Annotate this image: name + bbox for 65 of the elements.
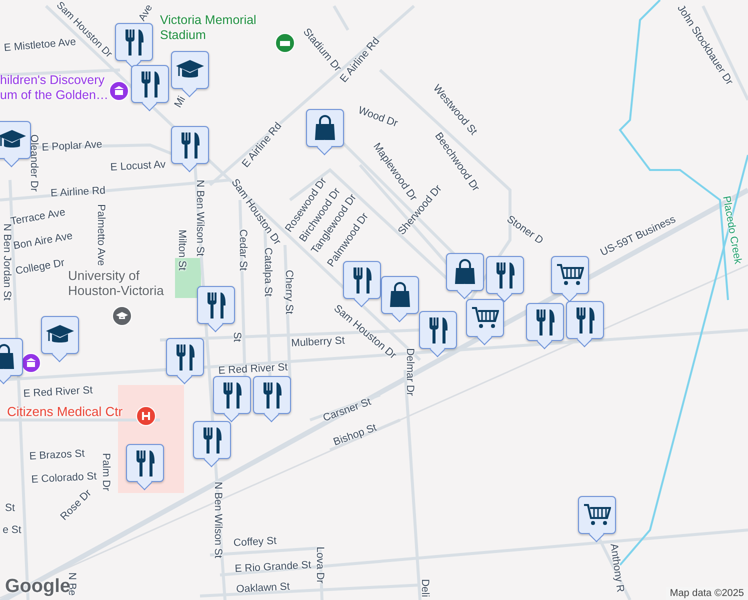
place-label[interactable]: hildren's Discovery um of the Golden…: [0, 73, 108, 103]
fork-knife-icon: [202, 426, 222, 454]
shopping-cart-icon: [583, 503, 611, 527]
street-label: E Colorado St: [31, 470, 97, 486]
museum-icon[interactable]: [21, 353, 41, 373]
street-label: Bishop St: [332, 422, 378, 448]
street-label: Deli: [419, 578, 431, 598]
fork-knife-icon: [136, 450, 154, 476]
street-label: Bon Aire Ave: [12, 230, 74, 252]
creek-label: Placedo Creek: [720, 195, 744, 265]
street-label: E Poplar Ave: [41, 138, 103, 154]
shopping-cart-icon: [471, 306, 499, 330]
street-label: Delmar Dr: [404, 348, 416, 396]
street-label: Milton St: [176, 230, 188, 270]
fork-knife-icon: [180, 132, 200, 158]
street-label: Anthony R: [608, 542, 626, 594]
street-label: Oaklawn St: [236, 580, 290, 596]
fork-knife-icon: [428, 316, 448, 344]
shopping-cart-icon: [556, 263, 584, 287]
street-label: Cedar St: [237, 229, 249, 271]
street-label: E Red River St: [23, 384, 93, 400]
street-label: E Rio Grande St: [234, 559, 312, 575]
street-label: St: [5, 502, 15, 514]
street-label: College Dr: [14, 256, 66, 278]
street-label: E Mistletoe Ave: [4, 36, 76, 54]
museum-icon[interactable]: [109, 81, 129, 101]
street-label: Palmetto Ave: [95, 204, 107, 266]
place-label[interactable]: University of Houston-Victoria: [68, 268, 164, 298]
university-icon[interactable]: [112, 306, 132, 326]
street-label: Oleander Dr: [28, 134, 40, 192]
street-label: Lova Dr: [314, 546, 326, 584]
street-label: Wood Dr: [356, 104, 400, 130]
street-label: Palm Dr: [100, 453, 112, 491]
street-label: Mi: [172, 94, 188, 110]
fork-knife-icon: [352, 266, 372, 294]
fork-knife-icon: [176, 344, 194, 370]
shopping-bag-icon: [313, 115, 337, 141]
fork-knife-icon: [124, 28, 144, 56]
street-label: E Airline Rd: [50, 184, 106, 200]
street-label: E Red River St: [218, 361, 288, 377]
street-label: Coffey St: [233, 534, 277, 550]
fork-knife-icon: [206, 292, 226, 318]
street-label: N Ben Jordan St: [1, 223, 13, 301]
street-label: Ave: [136, 2, 156, 24]
fork-knife-icon: [536, 308, 554, 336]
park-area: [175, 258, 201, 298]
shopping-bag-icon: [453, 259, 477, 285]
fork-knife-icon: [262, 382, 282, 408]
street-label: N Ben Wilson St: [212, 482, 224, 558]
street-label: N Ben Wilson St: [194, 180, 206, 256]
fork-knife-icon: [222, 382, 242, 408]
street-label: Cherry St: [283, 270, 295, 314]
shopping-bag-icon: [388, 282, 412, 308]
street-label: E Locust Av: [110, 158, 166, 174]
street-label: e St: [2, 524, 22, 536]
place-label[interactable]: Victoria Memorial Stadium: [160, 13, 256, 43]
fork-knife-icon: [576, 306, 594, 334]
street-label: E Brazos St: [29, 448, 85, 462]
street-label: St: [231, 332, 243, 342]
street-label: Catalpa St: [262, 247, 274, 297]
street-label: Mulberry St: [290, 334, 346, 350]
fork-knife-icon: [496, 262, 514, 288]
fork-knife-icon: [140, 70, 160, 98]
street-label: Carsner St: [321, 396, 373, 424]
place-label[interactable]: Citizens Medical Ctr: [7, 404, 123, 419]
